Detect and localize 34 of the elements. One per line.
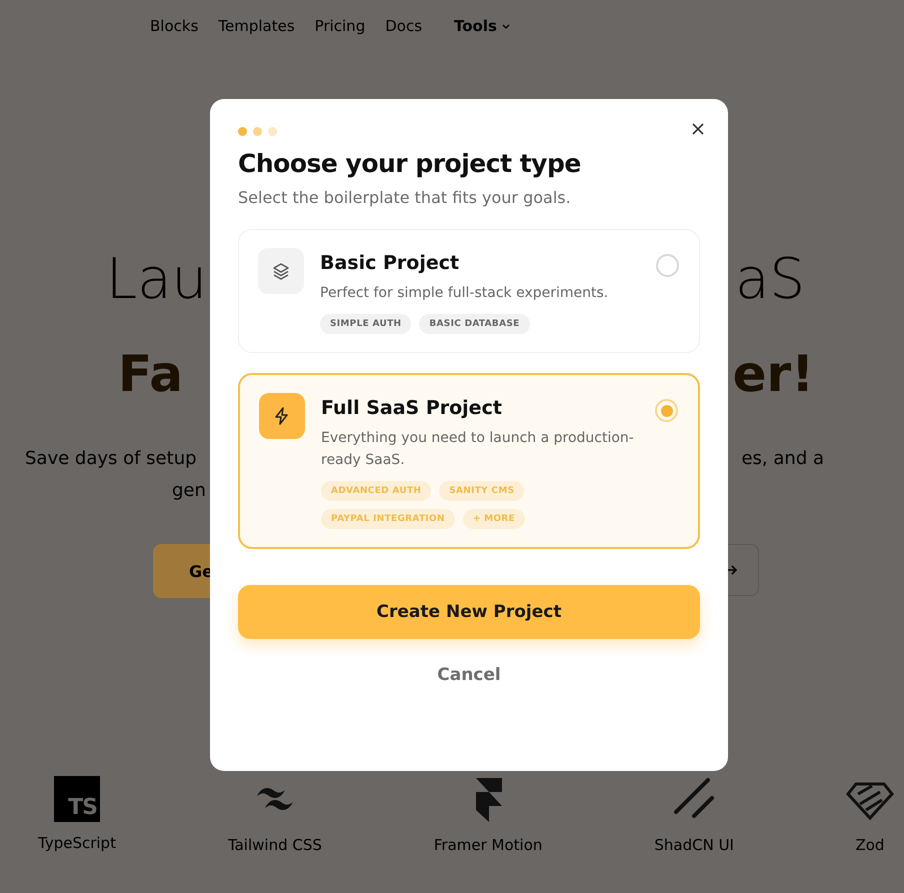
nav-link[interactable]: Templates [218,16,295,36]
dialog-title: Choose your project type [238,149,582,178]
hero-subtitle: gen [172,480,206,500]
create-project-button[interactable]: Create New Project [238,585,700,639]
tech-label: Tailwind CSS [228,836,322,854]
hero-subtitle: es, and a [741,448,824,468]
feature-tag: BASIC DATABASE [419,314,530,334]
tech-label: ShadCN UI [654,836,734,854]
feature-tag: ADVANCED AUTH [321,481,432,501]
tech-label: Framer Motion [434,836,542,854]
tech-label: TypeScript [38,834,116,852]
hero-heading: aS [735,246,805,314]
feature-tag: SIMPLE AUTH [320,314,412,334]
feature-tag: SANITY CMS [439,481,524,501]
option-description: Perfect for simple full-stack experiments. [320,284,610,303]
option-description: Everything you need to launch a production-ready SaaS. [321,429,635,470]
cancel-button[interactable]: Cancel [427,661,511,689]
project-option[interactable]: Full SaaS Project Everything you need to launch a production-ready SaaS. ADVANCED AUTH SANITY CMS PAYPAL INTEGRATION + MORE [238,373,700,549]
hero-heading: er! [732,344,814,405]
nav-link[interactable]: Tools [454,16,511,36]
option-title: Full SaaS Project [321,397,503,419]
project-option[interactable]: Basic Project Perfect for simple full-stack experiments. SIMPLE AUTH BASIC DATABASE [238,229,700,353]
tech-label: Zod [855,836,884,854]
option-title: Basic Project [320,252,460,274]
nav-link[interactable]: Docs [385,16,422,36]
typescript-logo: TS [54,776,100,822]
nav-link[interactable]: Pricing [314,16,366,36]
hero-heading: Lau [106,246,208,314]
feature-tag: PAYPAL INTEGRATION [321,509,455,529]
nav-link[interactable]: Blocks [150,16,198,36]
hero-subtitle: Save days of setup [25,448,197,468]
dialog-subtitle: Select the boilerplate that fits your goals. [238,188,572,207]
feature-tag: + MORE [462,509,525,529]
hero-heading: Fa [118,344,183,405]
